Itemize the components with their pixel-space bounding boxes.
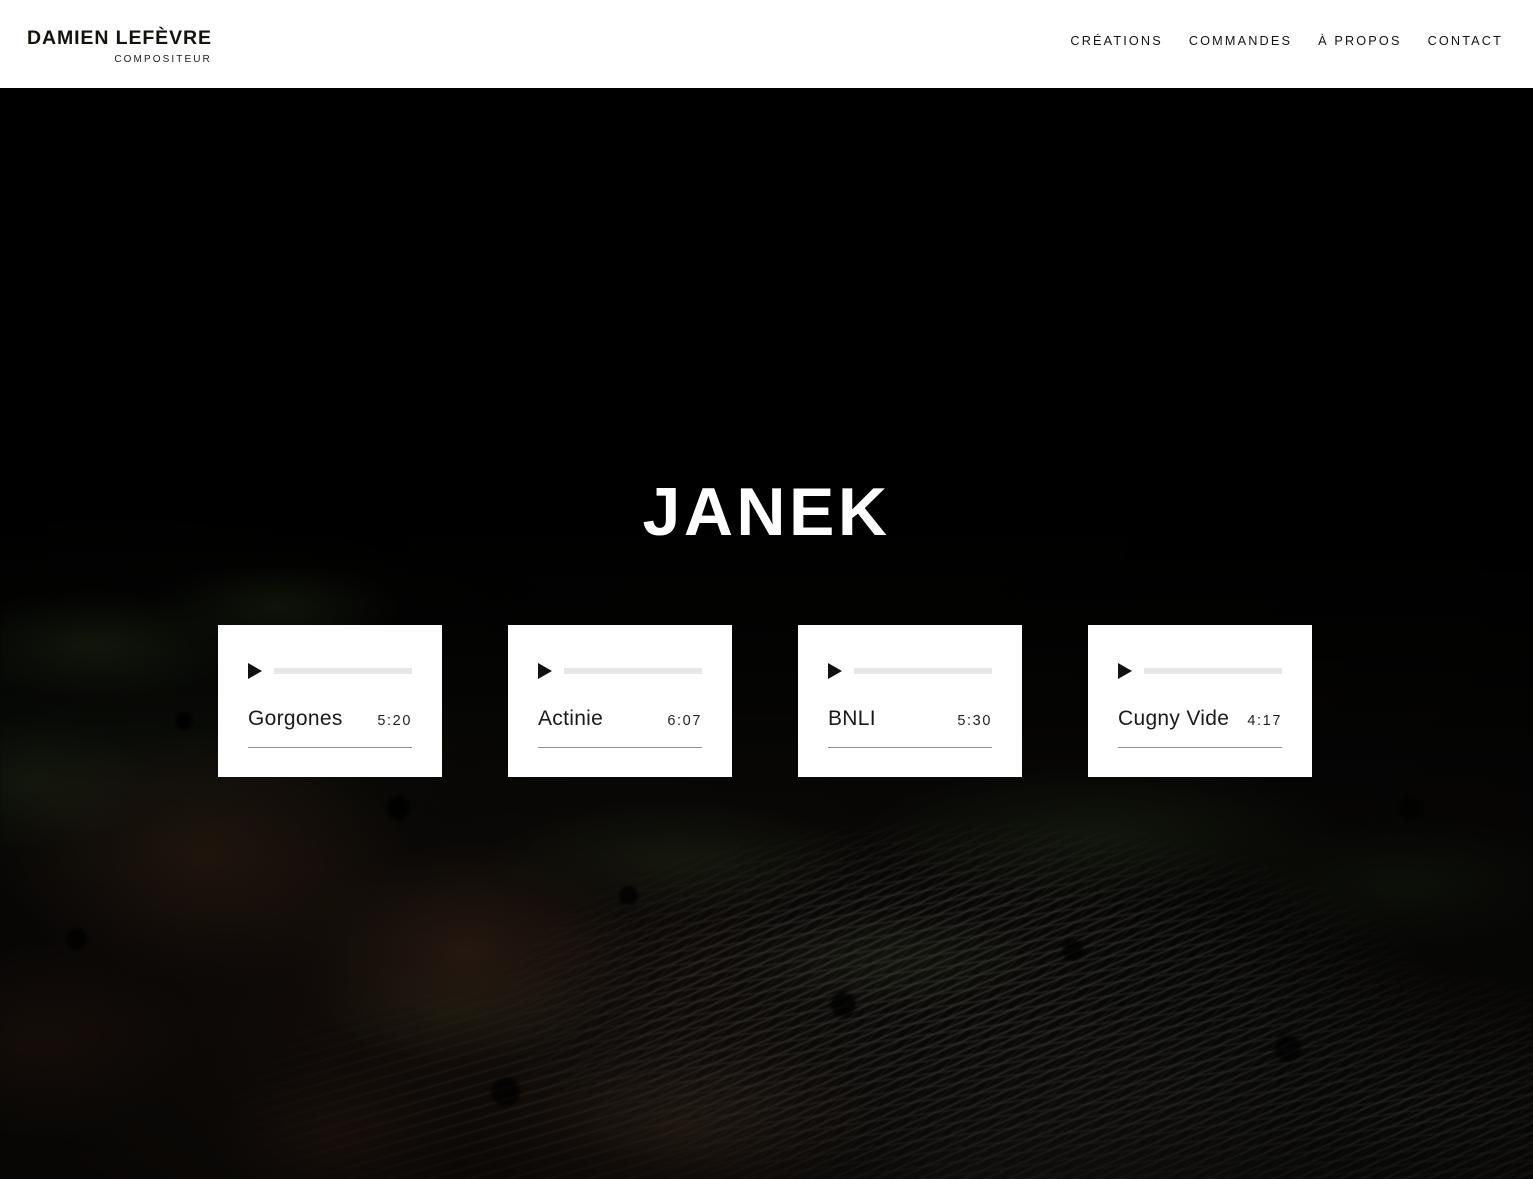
nav-item-creations[interactable]: CRÉATIONS <box>1070 34 1162 48</box>
track-divider <box>248 747 412 748</box>
hero-section: JANEK Gorgones 5:20 Actinie 6:07 BNLI 5:… <box>0 88 1533 1179</box>
site-header: DAMIEN LEFÈVRE COMPOSITEUR CRÉATIONS COM… <box>0 0 1533 88</box>
track-title: Gorgones <box>248 707 343 730</box>
main-navigation: CRÉATIONS COMMANDES À PROPOS CONTACT <box>1070 34 1503 48</box>
progress-bar[interactable] <box>854 668 992 674</box>
site-logo[interactable]: DAMIEN LEFÈVRE COMPOSITEUR <box>27 27 212 65</box>
audio-player <box>248 663 412 679</box>
logo-subtitle: COMPOSITEUR <box>114 53 212 65</box>
track-card[interactable]: Actinie 6:07 <box>508 625 732 777</box>
track-title: Cugny Vide <box>1118 707 1230 730</box>
track-duration: 5:20 <box>377 713 412 729</box>
track-divider <box>538 747 702 748</box>
progress-bar[interactable] <box>1144 668 1282 674</box>
track-card[interactable]: Cugny Vide 4:17 <box>1088 625 1312 777</box>
play-triangle-icon[interactable] <box>1118 663 1132 679</box>
track-card[interactable]: Gorgones 5:20 <box>218 625 442 777</box>
track-divider <box>1118 747 1282 748</box>
track-meta: Gorgones 5:20 <box>248 707 412 731</box>
play-triangle-icon[interactable] <box>828 663 842 679</box>
logo-name: DAMIEN LEFÈVRE <box>27 27 212 49</box>
track-meta: BNLI 5:30 <box>828 707 992 731</box>
audio-player <box>538 663 702 679</box>
progress-bar[interactable] <box>274 668 412 674</box>
track-duration: 5:30 <box>957 713 992 729</box>
play-triangle-icon[interactable] <box>248 663 262 679</box>
nav-item-commandes[interactable]: COMMANDES <box>1189 34 1292 48</box>
page-title: JANEK <box>642 474 891 550</box>
track-duration: 4:17 <box>1247 713 1282 729</box>
track-title: Actinie <box>538 707 604 730</box>
track-list: Gorgones 5:20 Actinie 6:07 BNLI 5:30 Cug… <box>218 625 1318 777</box>
audio-player <box>1118 663 1282 679</box>
track-meta: Cugny Vide 4:17 <box>1118 707 1282 731</box>
track-duration: 6:07 <box>667 713 702 729</box>
progress-bar[interactable] <box>564 668 702 674</box>
page-root: DAMIEN LEFÈVRE COMPOSITEUR CRÉATIONS COM… <box>0 0 1533 1179</box>
nav-item-contact[interactable]: CONTACT <box>1428 34 1503 48</box>
track-card[interactable]: BNLI 5:30 <box>798 625 1022 777</box>
track-divider <box>828 747 992 748</box>
audio-player <box>828 663 992 679</box>
track-meta: Actinie 6:07 <box>538 707 702 731</box>
track-title: BNLI <box>828 707 876 730</box>
nav-item-a-propos[interactable]: À PROPOS <box>1318 34 1401 48</box>
play-triangle-icon[interactable] <box>538 663 552 679</box>
